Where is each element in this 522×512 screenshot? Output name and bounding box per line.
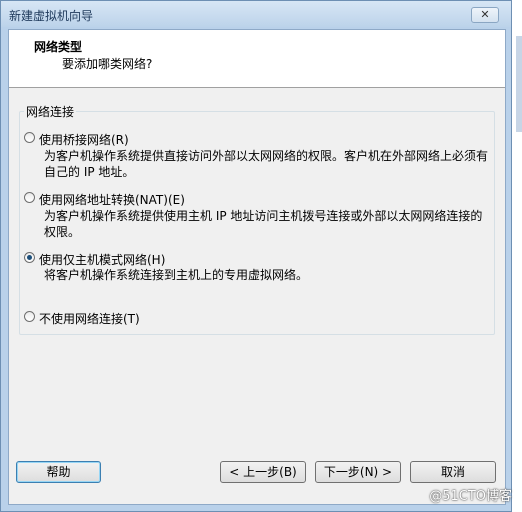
option-bridged-label: 使用桥接网络(R) [39,133,129,147]
wizard-window: 新建虚拟机向导 ✕ 网络类型 要添加哪类网络? 网络连接 使用桥接网络(R) 为… [0,0,512,512]
page-subtitle: 要添加哪类网络? [62,57,153,71]
page-title: 网络类型 [34,40,83,54]
watermark: @51CTO博客 [429,489,512,504]
radio-host-only[interactable] [24,252,35,263]
back-button[interactable]: < 上一步(B) [220,461,306,483]
help-button[interactable]: 帮助 [16,461,101,483]
close-icon: ✕ [480,8,490,21]
option-nat-label: 使用网络地址转换(NAT)(E) [39,193,185,207]
background-strip [512,0,522,512]
title-bar[interactable]: 新建虚拟机向导 ✕ [1,1,511,27]
close-button[interactable]: ✕ [471,7,499,23]
wizard-header: 网络类型 要添加哪类网络? [9,30,505,88]
radio-bridged[interactable] [24,132,35,143]
option-host-only-label: 使用仅主机模式网络(H) [39,253,166,267]
option-nat-description: 为客户机操作系统提供使用主机 IP 地址访问主机拨号连接或外部以太网网络连接的权… [44,209,483,239]
option-bridged-description: 为客户机操作系统提供直接访问外部以太网网络的权限。客户机在外部网络上必须有自己的… [44,149,489,179]
cancel-button[interactable]: 取消 [410,461,496,483]
option-no-network-label: 不使用网络连接(T) [39,312,140,326]
background-bar [516,36,522,132]
next-button[interactable]: 下一步(N) > [315,461,401,483]
group-label: 网络连接 [24,103,77,120]
dialog-body: 网络类型 要添加哪类网络? 网络连接 使用桥接网络(R) 为客户机操作系统提供直… [8,29,506,505]
window-title: 新建虚拟机向导 [9,9,94,23]
radio-no-network[interactable] [24,311,35,322]
option-host-only-description: 将客户机操作系统连接到主机上的专用虚拟网络。 [44,268,309,282]
radio-nat[interactable] [24,192,35,203]
